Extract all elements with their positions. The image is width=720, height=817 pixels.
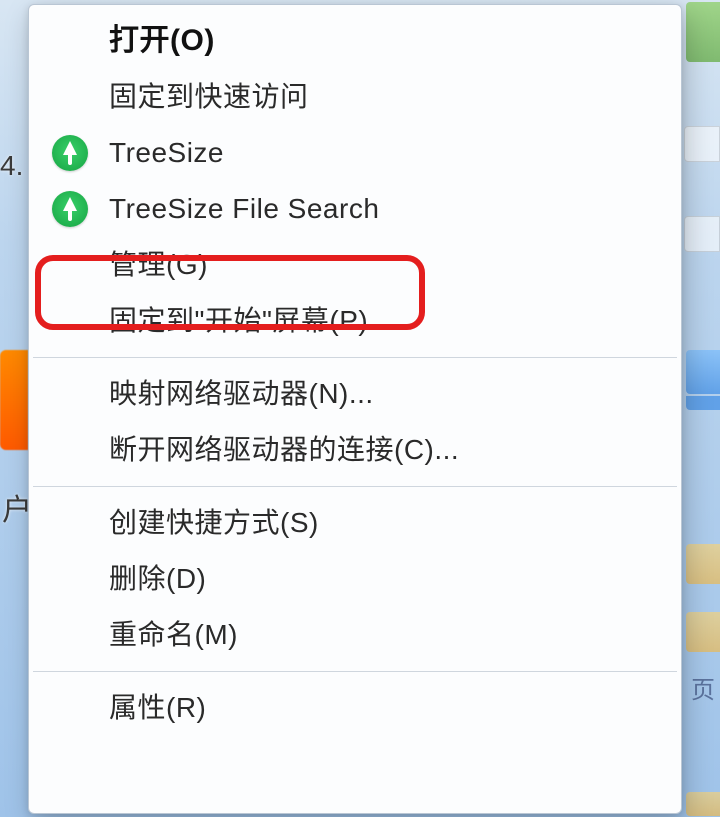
context-menu[interactable]: 打开(O) 固定到快速访问 TreeSize TreeSize File Sea… [28,4,682,814]
menu-item-pin-start[interactable]: 固定到"开始"屏幕(P) [29,293,681,349]
menu-item-label: 映射网络驱动器(N)... [109,366,374,422]
menu-separator [33,671,677,672]
menu-item-map-network-drive[interactable]: 映射网络驱动器(N)... [29,366,681,422]
menu-item-open[interactable]: 打开(O) [29,13,681,69]
menu-item-label: TreeSize File Search [109,181,379,237]
menu-item-label: 固定到快速访问 [109,69,309,125]
folder-icon [686,612,720,652]
menu-item-treesize[interactable]: TreeSize [29,125,681,181]
right-desktop-fragments: 页 [684,0,720,817]
menu-separator [33,357,677,358]
desktop-viewport: 4. 户 页 打开(O) 固定到快速访问 TreeSize TreeSize F… [0,0,720,817]
folder-icon [686,544,720,584]
drive-icon [686,350,720,394]
menu-item-rename[interactable]: 重命名(M) [29,607,681,663]
file-icon [684,126,720,162]
menu-item-treesize-file-search[interactable]: TreeSize File Search [29,181,681,237]
menu-item-disconnect-network-drive[interactable]: 断开网络驱动器的连接(C)... [29,422,681,478]
menu-item-delete[interactable]: 删除(D) [29,551,681,607]
fragment-text: 页 [686,670,720,704]
menu-item-label: 属性(R) [109,680,206,736]
folder-icon [686,792,720,816]
menu-item-label: 管理(G) [109,237,208,293]
treesize-icon [51,134,89,172]
left-desktop-fragments: 4. 户 [0,0,30,817]
drive-icon [686,2,720,62]
menu-item-pin-quick-access[interactable]: 固定到快速访问 [29,69,681,125]
menu-item-label: 打开(O) [109,13,215,69]
treesize-icon [51,190,89,228]
drive-icon [686,396,720,410]
menu-item-label: 重命名(M) [109,607,238,663]
file-icon [684,216,720,252]
menu-separator [33,486,677,487]
menu-item-properties[interactable]: 属性(R) [29,680,681,736]
menu-item-label: 断开网络驱动器的连接(C)... [109,422,459,478]
fragment-text: 4. [0,150,23,182]
menu-item-label: 删除(D) [109,551,206,607]
menu-item-manage[interactable]: 管理(G) [29,237,681,293]
desktop-app-icon [0,350,28,450]
menu-item-label: TreeSize [109,125,224,181]
menu-item-label: 固定到"开始"屏幕(P) [109,293,368,349]
menu-item-create-shortcut[interactable]: 创建快捷方式(S) [29,495,681,551]
menu-item-label: 创建快捷方式(S) [109,495,319,551]
